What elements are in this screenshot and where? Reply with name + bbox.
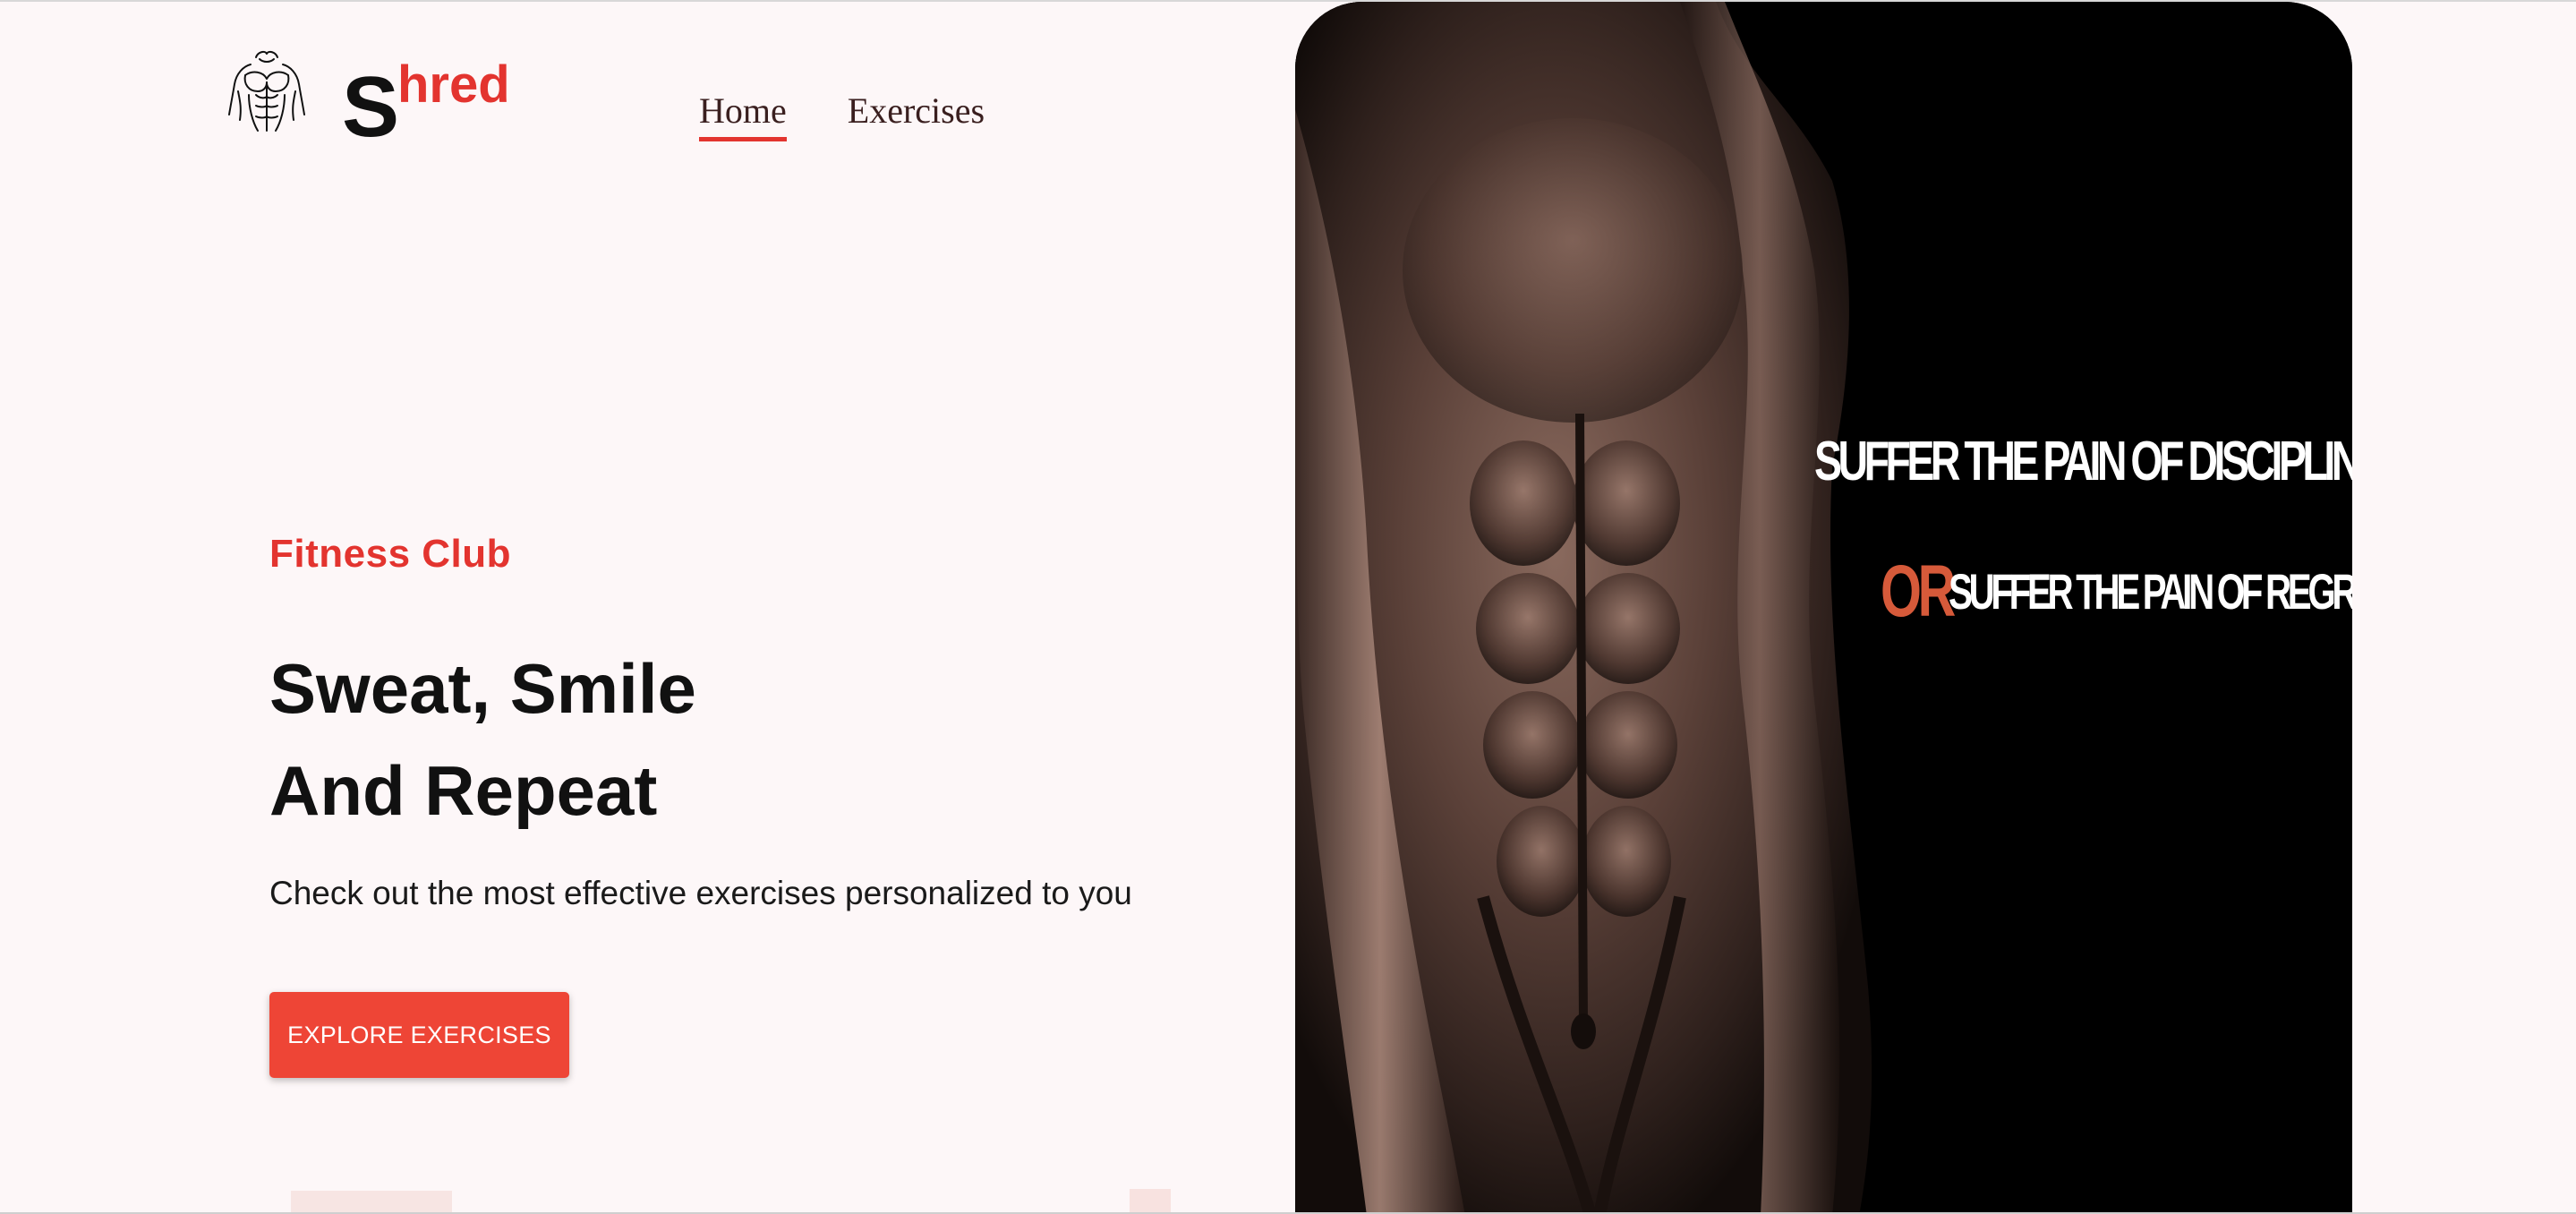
muscle-torso-icon	[228, 50, 305, 132]
logo-link[interactable]: S hred	[226, 48, 534, 156]
hero-kicker: Fitness Club	[269, 532, 512, 576]
hero-banner-image: SUFFER THE PAIN OF DISCIPLINE OR SUFFER …	[1295, 2, 2352, 1212]
decorative-block	[1130, 1189, 1171, 1212]
hero-headline: Sweat, Smile And Repeat	[269, 637, 696, 842]
explore-exercises-button[interactable]: EXPLORE EXERCISES	[269, 992, 569, 1078]
hero-headline-line-2: And Repeat	[269, 751, 658, 830]
decorative-block	[291, 1191, 452, 1212]
brand-name-initial: S	[342, 59, 400, 155]
hero-subtitle: Check out the most effective exercises p…	[269, 875, 1132, 911]
banner-quote-or: OR	[1881, 551, 1956, 632]
nav-exercises-link[interactable]: Exercises	[848, 90, 985, 141]
brand-name-rest: hred	[397, 56, 510, 114]
hero-headline-line-1: Sweat, Smile	[269, 649, 696, 728]
banner-quote-line-1: SUFFER THE PAIN OF DISCIPLINE	[1814, 431, 2352, 492]
page: S hred Home Exercises Fitness Club Sweat…	[0, 0, 2576, 1214]
main-nav: Home Exercises	[699, 90, 985, 141]
nav-home-link[interactable]: Home	[699, 90, 787, 141]
banner-quote-line-2: SUFFER THE PAIN OF REGRET	[1949, 563, 2352, 620]
